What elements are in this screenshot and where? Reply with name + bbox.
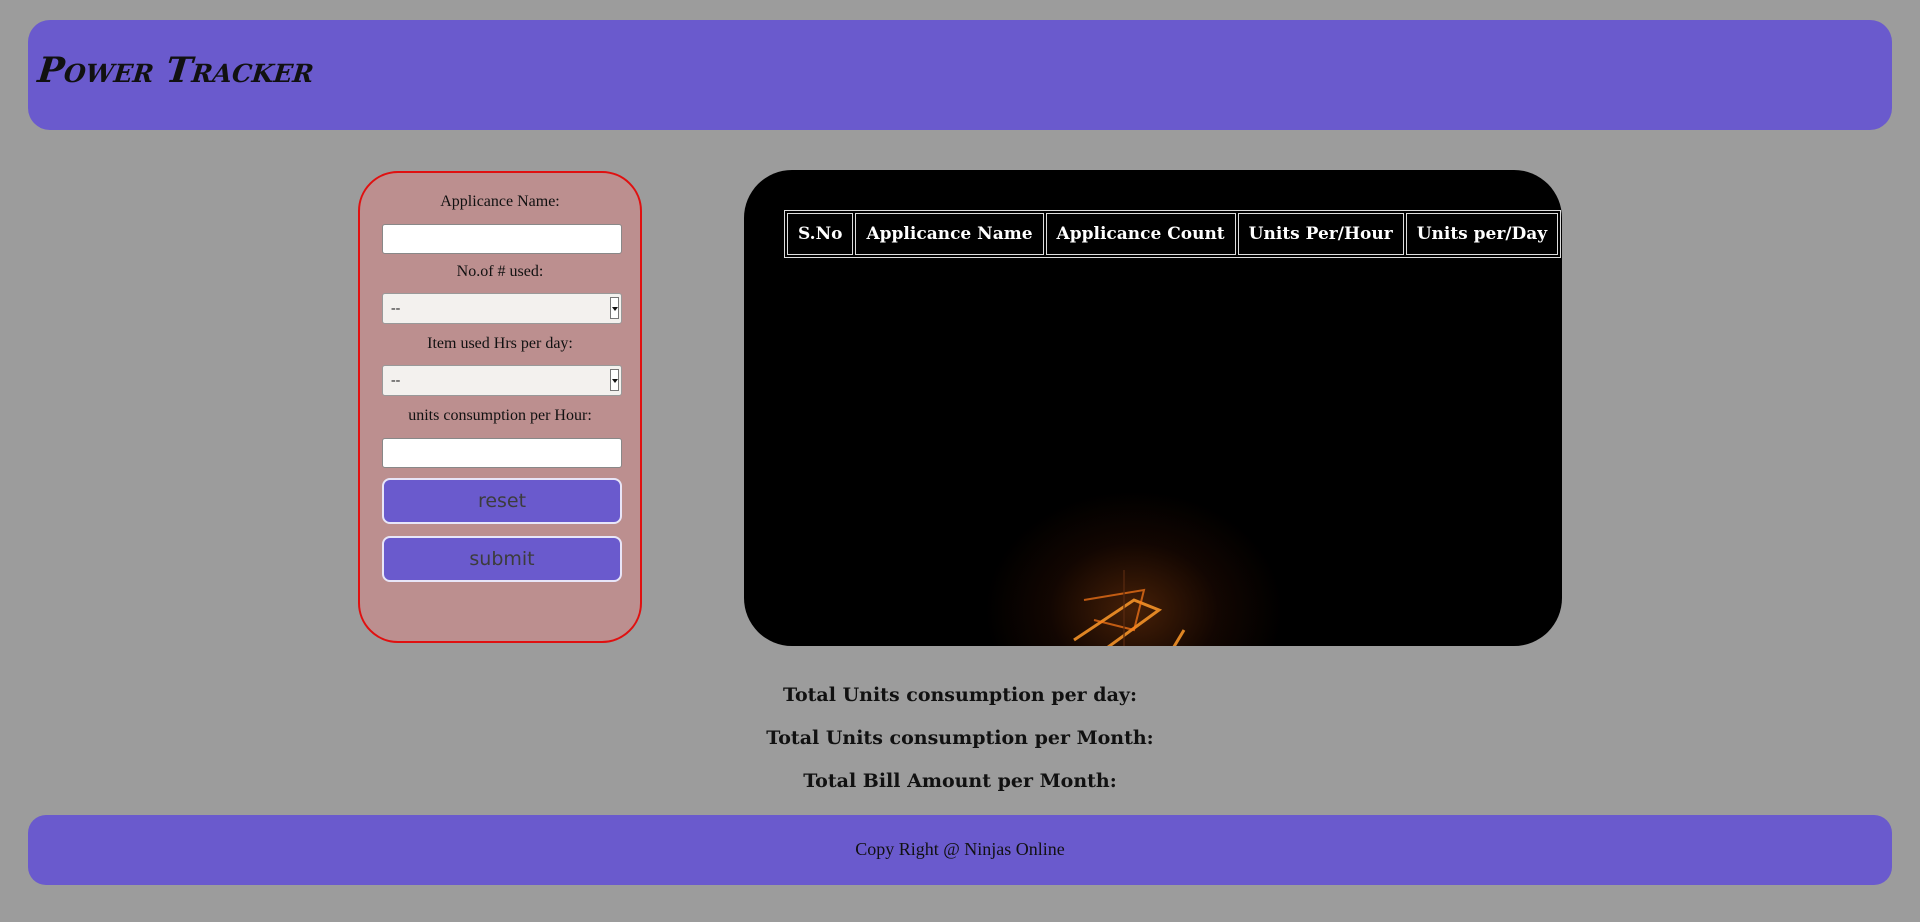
col-sno: S.No [787,213,854,255]
submit-button[interactable]: submit [382,536,622,582]
appliance-name-label: Applicance Name: [440,193,560,210]
appliance-name-input[interactable] [382,224,622,254]
col-appliance-count: Applicance Count [1045,213,1236,255]
total-bill: Total Bill Amount per Month: [803,770,1117,792]
footer-bar: Copy Right @ Ninjas Online [28,815,1892,885]
units-input[interactable] [382,438,622,468]
table-header-row: S.No Applicance Name Applicance Count Un… [787,213,1559,255]
hours-select[interactable]: -- [382,365,622,396]
col-units-per-hour: Units Per/Hour [1237,213,1404,255]
appliance-table: S.No Applicance Name Applicance Count Un… [784,210,1562,258]
count-select[interactable]: -- [382,293,622,324]
hours-select-value: -- [391,373,401,388]
units-label: units consumption per Hour: [408,407,592,424]
count-label: No.of # used: [456,263,544,280]
copyright-text: Copy Right @ Ninjas Online [855,839,1065,859]
count-select-value: -- [391,301,401,316]
chevron-down-icon [610,297,619,319]
col-appliance-name: Applicance Name [855,213,1044,255]
reset-button[interactable]: reset [382,478,622,524]
brand-title: Power Tracker [35,50,317,91]
chevron-down-icon [610,369,619,391]
hours-label: Item used Hrs per day: [427,335,573,352]
total-per-day: Total Units consumption per day: [783,684,1137,706]
header-bar: Power Tracker [28,20,1892,130]
filament-glow-art [1073,570,1186,646]
total-per-month: Total Units consumption per Month: [766,727,1154,749]
appliance-form: Applicance Name: No.of # used: -- Item u… [358,171,642,643]
col-units-per-day: Units per/Day [1405,213,1559,255]
bulb-background-image [984,490,1284,646]
appliance-table-panel: S.No Applicance Name Applicance Count Un… [744,170,1562,646]
